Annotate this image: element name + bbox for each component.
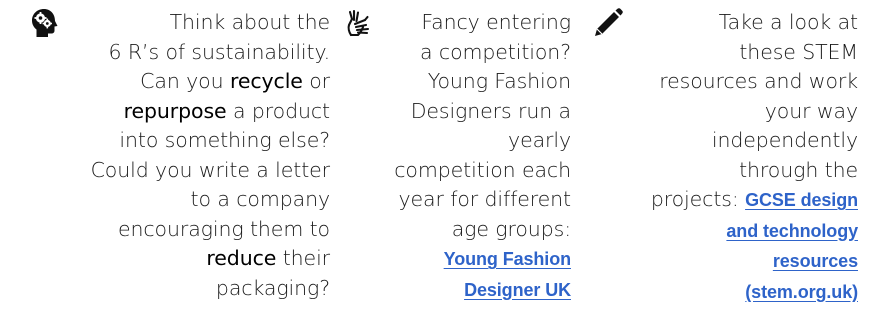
body-text: your way <box>764 98 858 123</box>
text-line: these STEM <box>593 38 858 68</box>
body-text: competition each <box>394 157 571 182</box>
text-line: and technology <box>593 216 858 247</box>
resource-link[interactable]: resources <box>773 251 858 271</box>
sustainability-text: Think about the 6 R’s of sustainability. C… <box>30 8 331 304</box>
head-gear-icon <box>30 8 60 38</box>
body-text: or <box>302 69 330 93</box>
body-text: Could you write a letter <box>90 157 331 182</box>
text-line: Designers run a <box>343 97 571 127</box>
text-line: yearly <box>343 126 571 156</box>
text-line: repurpose a product <box>30 97 331 127</box>
body-text: Take a look at <box>718 10 859 34</box>
text-line: resources <box>593 246 858 277</box>
text-line: independently <box>593 126 858 156</box>
text-line: competition each <box>343 156 571 186</box>
text-line: Fancy entering <box>343 8 571 38</box>
text-line: reduce their <box>30 244 330 274</box>
body-text: Can you <box>140 69 230 93</box>
keyword-text: repurpose <box>123 98 227 123</box>
body-text: encouraging them to <box>117 216 330 241</box>
body-text: a competition? <box>420 39 571 64</box>
body-text: 6 R’s of sustainability. <box>108 39 331 64</box>
body-text: a product <box>226 98 330 123</box>
body-text: to a company <box>190 187 331 211</box>
resource-link[interactable]: (stem.org.uk) <box>745 282 858 302</box>
text-line: encouraging them to <box>30 215 330 245</box>
text-line: projects: GCSE design <box>593 185 858 216</box>
text-line: Can you recycle or <box>30 67 330 97</box>
body-text: age groups: <box>451 216 571 241</box>
text-line: year for different <box>343 185 571 215</box>
stem-text: Take a look at these STEM resources and wo… <box>593 8 858 307</box>
body-text: Think about the <box>169 10 331 34</box>
text-line: Take a look at <box>593 8 859 38</box>
body-text: Fancy entering <box>421 10 571 34</box>
resource-link[interactable]: and technology <box>726 221 858 241</box>
pencil-icon <box>593 8 623 38</box>
text-line: Young Fashion <box>343 244 571 275</box>
text-line: a competition? <box>343 38 571 68</box>
body-text: projects: <box>650 187 746 211</box>
text-line: Think about the <box>30 8 331 38</box>
text-line: resources and work <box>593 67 858 97</box>
body-text: Young Fashion <box>427 69 571 93</box>
keyword-text: reduce <box>206 246 277 270</box>
resource-link[interactable]: GCSE design <box>745 190 858 210</box>
text-line: your way <box>593 97 858 127</box>
keyword-text: recycle <box>229 69 303 93</box>
body-text: their <box>276 246 330 270</box>
text-line: into something else? <box>30 126 330 156</box>
text-line: (stem.org.uk) <box>593 277 858 308</box>
body-text: through the <box>739 157 858 182</box>
body-text: year for different <box>398 187 571 211</box>
text-line: through the <box>593 156 858 186</box>
body-text: resources and work <box>659 69 858 93</box>
body-text: packaging? <box>215 275 330 300</box>
text-line: Young Fashion <box>343 67 571 97</box>
body-text: yearly <box>508 128 571 152</box>
competition-column: Fancy entering a competition? Young Fashio… <box>343 8 571 328</box>
text-line: Could you write a letter <box>30 156 331 186</box>
competition-text: Fancy entering a competition? Young Fashio… <box>343 8 571 305</box>
sustainability-column: Think about the 6 R’s of sustainability. C… <box>30 8 330 328</box>
resource-link[interactable]: Young Fashion <box>444 249 571 269</box>
text-line: packaging? <box>30 274 330 304</box>
body-text: independently <box>711 128 858 152</box>
sign-language-hands-icon <box>343 8 373 38</box>
stem-column: Take a look at these STEM resources and wo… <box>593 8 858 328</box>
text-line: to a company <box>30 185 331 215</box>
body-text: Designers run a <box>410 98 571 123</box>
text-line: Designer UK <box>343 275 571 306</box>
body-text: into something else? <box>119 128 330 152</box>
text-line: 6 R’s of sustainability. <box>30 38 331 68</box>
resource-link[interactable]: Designer UK <box>464 280 571 300</box>
text-line: age groups: <box>343 215 571 245</box>
body-text: these STEM <box>739 39 858 64</box>
